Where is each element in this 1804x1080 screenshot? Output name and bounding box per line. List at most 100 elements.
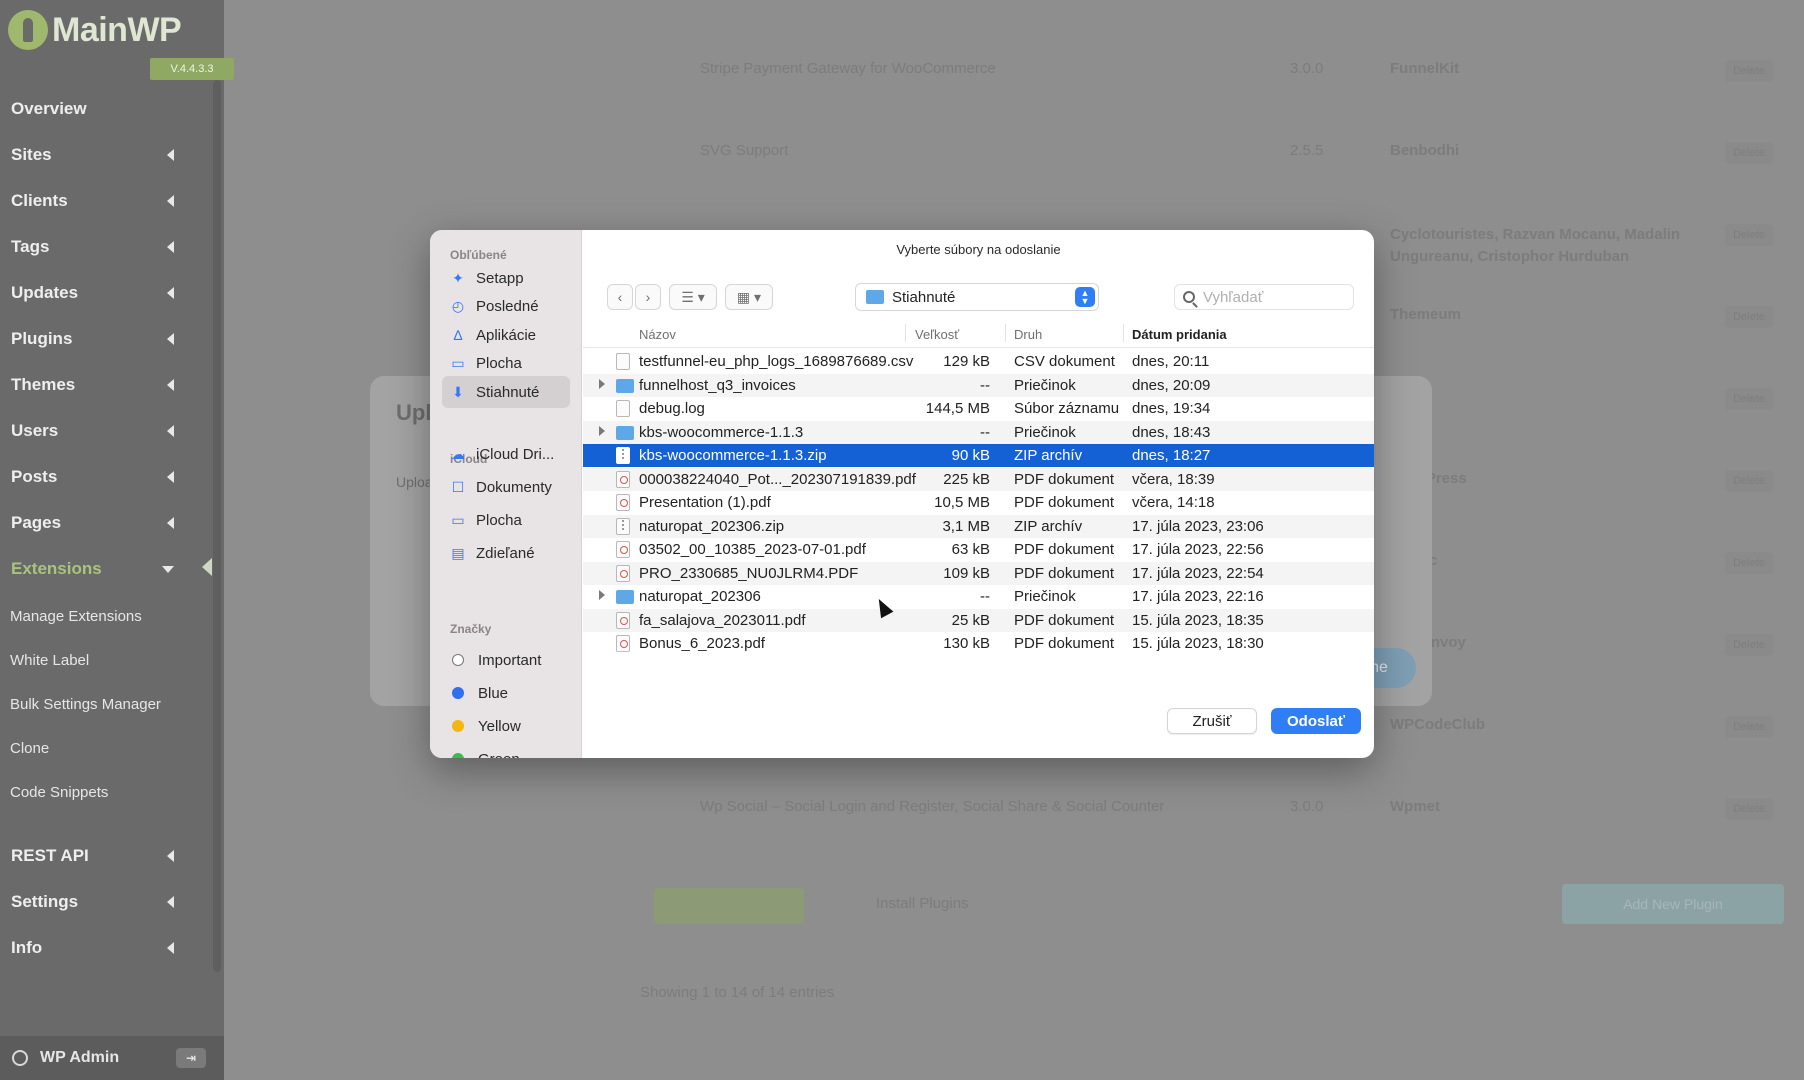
sidebar-item-info[interactable]: Info bbox=[0, 925, 210, 971]
sidebar-item-sites[interactable]: Sites bbox=[0, 132, 210, 178]
sidebar-item-settings[interactable]: Settings bbox=[0, 879, 210, 925]
column-size[interactable]: Veľkosť bbox=[915, 327, 959, 342]
file-size: 129 kB bbox=[943, 353, 990, 370]
file-date-added: 17. júla 2023, 22:16 bbox=[1132, 588, 1264, 605]
location-dropdown[interactable]: Stiahnuté ▲ ▼ bbox=[855, 283, 1099, 311]
sidebar-item-themes[interactable]: Themes bbox=[0, 362, 210, 408]
install-button-background[interactable] bbox=[654, 888, 804, 924]
sidebar-location-plocha[interactable]: ▭ Plocha bbox=[442, 348, 570, 380]
sidebar-item-label: Pages bbox=[11, 513, 62, 532]
file-kind: Priečinok bbox=[1014, 423, 1076, 441]
delete-button[interactable]: Delete bbox=[1725, 470, 1773, 492]
cancel-button[interactable]: Zrušiť bbox=[1167, 708, 1257, 734]
file-size: -- bbox=[980, 376, 990, 394]
column-kind[interactable]: Druh bbox=[1014, 327, 1042, 342]
submenu-item-bulk-settings-manager[interactable]: Bulk Settings Manager bbox=[0, 682, 210, 726]
sidebar-item-extensions[interactable]: Extensions bbox=[0, 546, 210, 592]
list-view-button[interactable]: ☰ ▾ bbox=[669, 284, 717, 310]
caret-icon bbox=[167, 241, 174, 253]
file-row[interactable]: naturopat_202306.zip 3,1 MB ZIP archív 17. … bbox=[583, 514, 1374, 538]
file-row[interactable]: fa_salajova_2023011.pdf 25 kB PDF dokument… bbox=[583, 608, 1374, 632]
sidebar-item-overview[interactable]: Overview bbox=[0, 86, 210, 132]
delete-button[interactable]: Delete bbox=[1725, 60, 1773, 82]
mainwp-logo[interactable]: MainWP bbox=[8, 6, 182, 54]
tag-color-dot-icon bbox=[452, 687, 464, 699]
add-new-plugin-button[interactable]: Add New Plugin bbox=[1562, 884, 1784, 924]
file-list: testfunnel-eu_php_logs_1689876689.csv 129… bbox=[583, 350, 1374, 658]
disclosure-triangle-icon[interactable] bbox=[599, 378, 605, 389]
search-icon bbox=[1183, 291, 1195, 303]
sidebar-location-posledné[interactable]: ◴ Posledné bbox=[442, 291, 570, 323]
column-date-added[interactable]: Dátum pridania bbox=[1132, 327, 1227, 342]
delete-button[interactable]: Delete bbox=[1725, 388, 1773, 410]
back-button[interactable]: ‹ bbox=[607, 284, 633, 310]
file-row[interactable]: Presentation (1).pdf 10,5 MB PDF dokument v… bbox=[583, 491, 1374, 514]
file-row[interactable]: testfunnel-eu_php_logs_1689876689.csv 129… bbox=[583, 350, 1374, 373]
sidebar-item-tags[interactable]: Tags bbox=[0, 224, 210, 270]
sidebar-item-label: Clients bbox=[11, 191, 68, 210]
disclosure-triangle-icon[interactable] bbox=[599, 590, 605, 600]
submenu-item-code-snippets[interactable]: Code Snippets bbox=[0, 770, 210, 814]
sidebar-item-users[interactable]: Users bbox=[0, 408, 210, 454]
file-row[interactable]: 000038224040_Pot..._202307191839.pdf 225 … bbox=[583, 467, 1374, 491]
logout-icon[interactable]: ⇥ bbox=[176, 1048, 206, 1068]
file-name: testfunnel-eu_php_logs_1689876689.csv bbox=[639, 353, 914, 370]
delete-button[interactable]: Delete bbox=[1725, 634, 1773, 656]
file-kind: Priečinok bbox=[1014, 376, 1076, 394]
wordpress-icon bbox=[12, 1050, 28, 1066]
search-field[interactable] bbox=[1174, 284, 1354, 310]
file-row[interactable]: 03502_00_10385_2023-07-01.pdf 63 kB PDF do… bbox=[583, 538, 1374, 561]
sidebar-location-dokumenty[interactable]: ☐ Dokumenty bbox=[442, 471, 570, 503]
sidebar-item-posts[interactable]: Posts bbox=[0, 454, 210, 500]
sidebar-location-icloud-dri-[interactable]: ☁ iCloud Dri... bbox=[442, 438, 570, 470]
sidebar-location-stiahnuté[interactable]: ⬇ Stiahnuté bbox=[442, 376, 570, 408]
delete-button[interactable]: Delete bbox=[1725, 798, 1773, 820]
delete-button[interactable]: Delete bbox=[1725, 552, 1773, 574]
grid-view-button[interactable]: ▦ ▾ bbox=[725, 284, 773, 310]
sidebar-item-pages[interactable]: Pages bbox=[0, 500, 210, 546]
sidebar-nav-secondary: REST API Settings Info bbox=[0, 833, 210, 971]
sidebar-location-setapp[interactable]: ✦ Setapp bbox=[442, 262, 570, 294]
sidebar-item-label: Themes bbox=[11, 375, 76, 394]
delete-button[interactable]: Delete bbox=[1725, 716, 1773, 738]
disclosure-triangle-icon[interactable] bbox=[599, 425, 605, 436]
file-row[interactable]: naturopat_202306 -- Priečinok 17. júla 2023… bbox=[583, 585, 1374, 608]
tag-important[interactable]: Important bbox=[442, 644, 570, 676]
sidebar-item-clients[interactable]: Clients bbox=[0, 178, 210, 224]
sidebar-item-rest-api[interactable]: REST API bbox=[0, 833, 210, 879]
doc-file-icon bbox=[616, 400, 630, 417]
tag-color-dot-icon bbox=[452, 720, 464, 732]
file-size: 10,5 MB bbox=[934, 494, 990, 511]
file-row[interactable]: kbs-woocommerce-1.1.3.zip 90 kB ZIP archív… bbox=[583, 444, 1374, 467]
submenu-item-white-label[interactable]: White Label bbox=[0, 638, 210, 682]
column-name[interactable]: Názov bbox=[639, 327, 676, 342]
sidebar-item-updates[interactable]: Updates bbox=[0, 270, 210, 316]
tag-yellow[interactable]: Yellow bbox=[442, 710, 570, 742]
tag-blue[interactable]: Blue bbox=[442, 677, 570, 709]
file-row[interactable]: PRO_2330685_NU0JLRM4.PDF 109 kB PDF dokume… bbox=[583, 561, 1374, 585]
sidebar-location-aplikácie[interactable]: ∆ Aplikácie bbox=[442, 319, 570, 351]
submit-button[interactable]: Odoslať bbox=[1271, 708, 1361, 734]
sidebar-item-plugins[interactable]: Plugins bbox=[0, 316, 210, 362]
file-date-added: dnes, 18:27 bbox=[1132, 447, 1211, 464]
submenu-item-clone[interactable]: Clone bbox=[0, 726, 210, 770]
delete-button[interactable]: Delete bbox=[1725, 142, 1773, 164]
cloud-icon: ☁ bbox=[451, 445, 465, 462]
delete-button[interactable]: Delete bbox=[1725, 224, 1773, 246]
submenu-item-manage-extensions[interactable]: Manage Extensions bbox=[0, 594, 210, 638]
sidebar-location-zdieľané[interactable]: ▤ Zdieľané bbox=[442, 537, 570, 569]
file-size: 63 kB bbox=[951, 541, 990, 558]
tag-green[interactable]: Green bbox=[442, 743, 570, 758]
setapp-icon: ✦ bbox=[452, 269, 464, 286]
forward-button[interactable]: › bbox=[635, 284, 661, 310]
wp-admin-link[interactable]: WP Admin ⇥ bbox=[0, 1036, 224, 1080]
delete-button[interactable]: Delete bbox=[1725, 306, 1773, 328]
file-row[interactable]: funnelhost_q3_invoices -- Priečinok dnes, 2… bbox=[583, 373, 1374, 397]
file-row[interactable]: kbs-woocommerce-1.1.3 -- Priečinok dnes, 18… bbox=[583, 420, 1374, 444]
search-input[interactable] bbox=[1203, 288, 1333, 306]
sidebar-item-label: Overview bbox=[11, 99, 87, 118]
file-row[interactable]: debug.log 144,5 MB Súbor záznamu dnes, 19:3… bbox=[583, 397, 1374, 420]
sidebar-scrollbar[interactable] bbox=[213, 80, 221, 972]
dropdown-stepper-icon[interactable]: ▲ ▼ bbox=[1075, 287, 1095, 307]
sidebar-location-plocha[interactable]: ▭ Plocha bbox=[442, 504, 570, 536]
